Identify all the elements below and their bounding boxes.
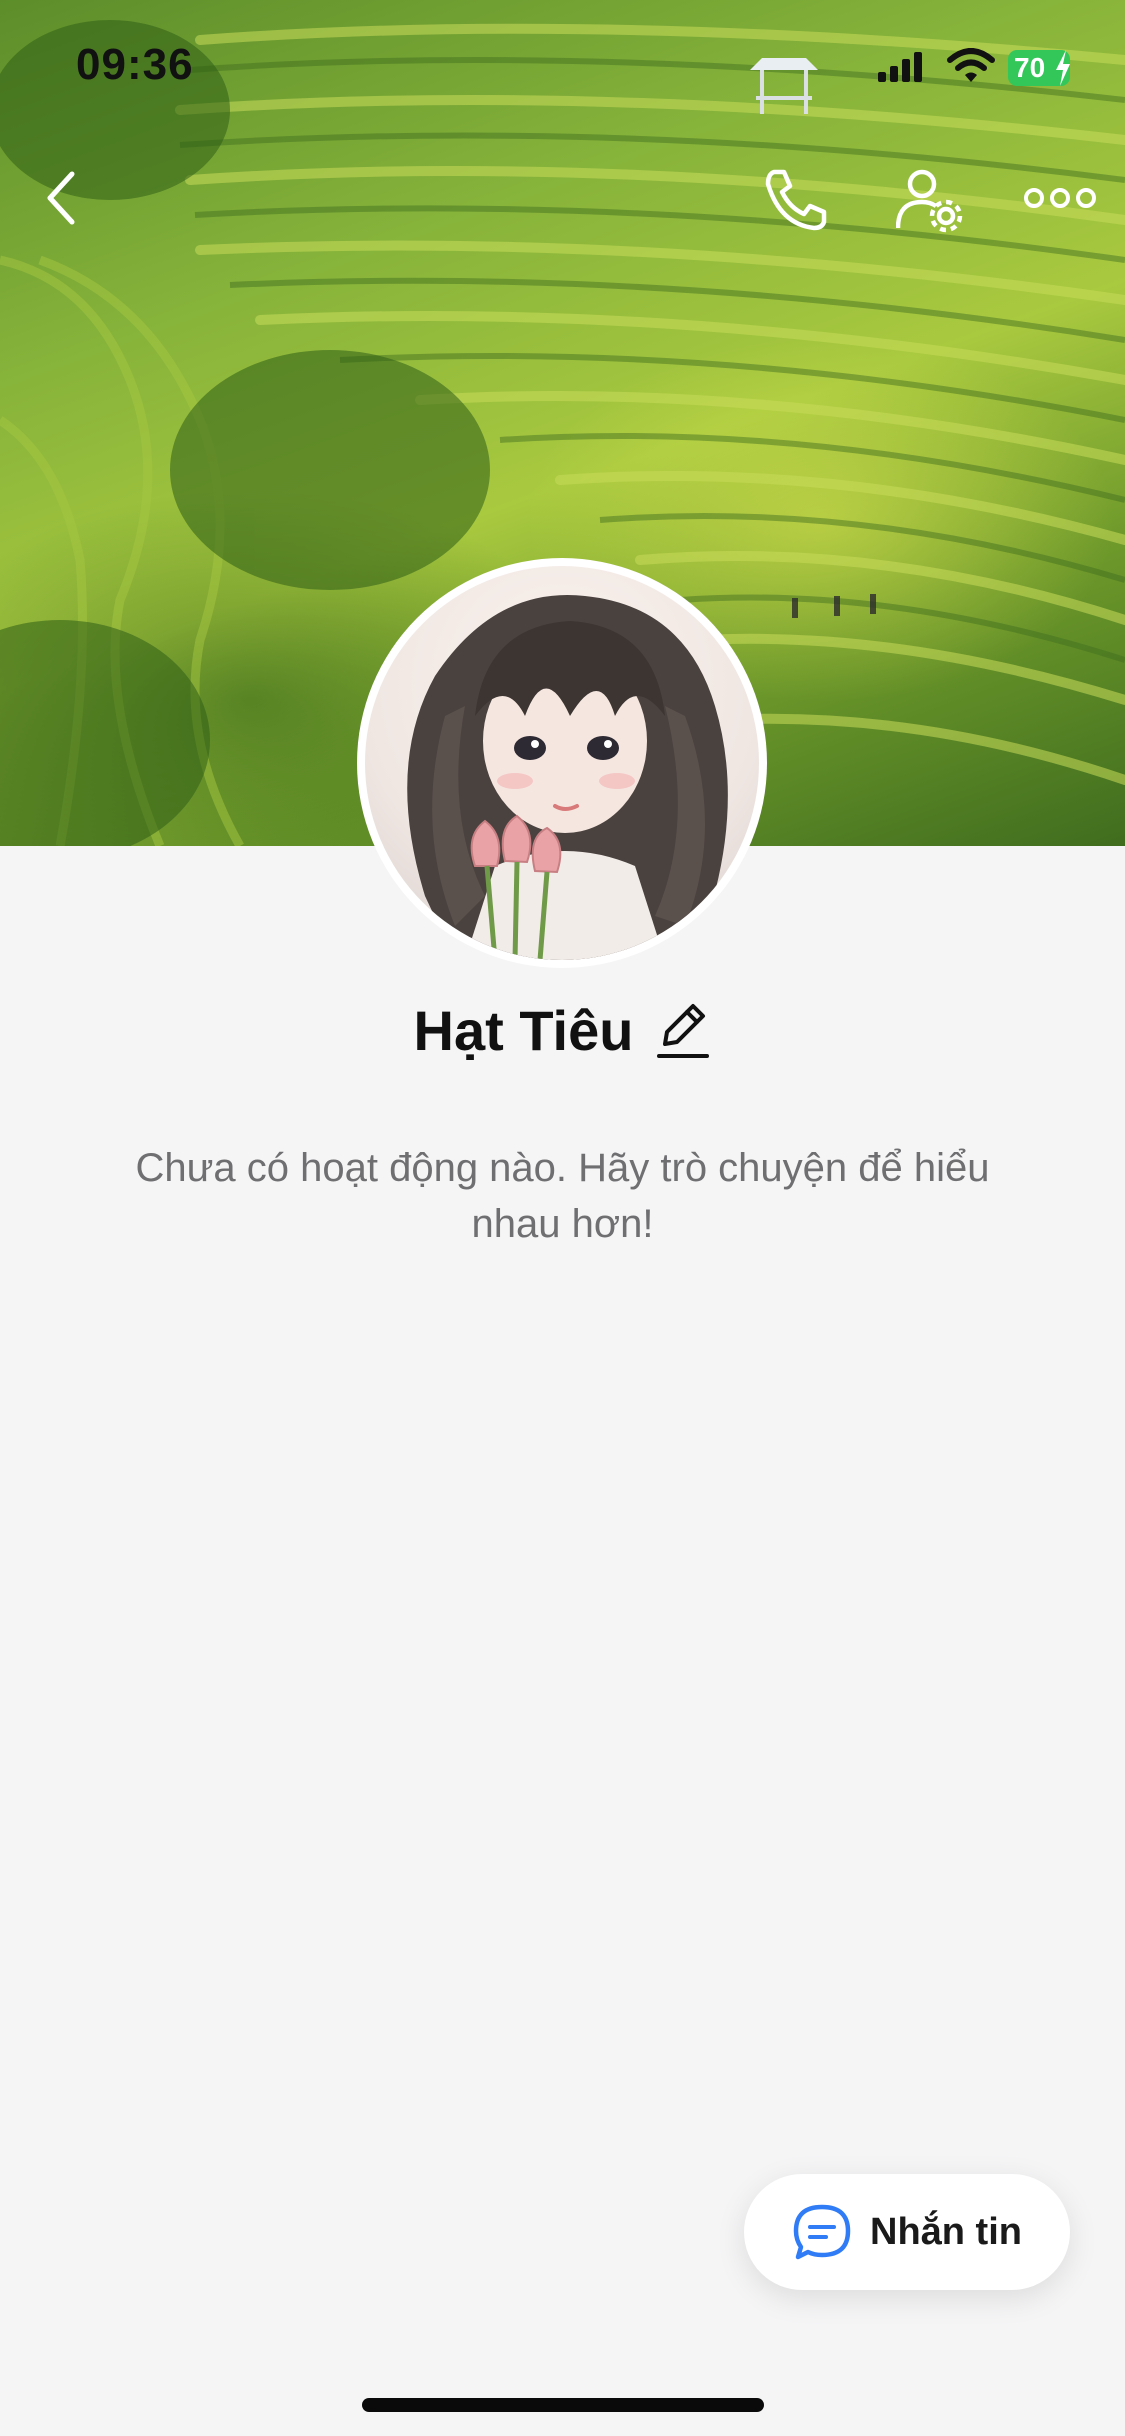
status-bar: 09:36 70	[0, 0, 1125, 140]
avatar-illustration	[365, 566, 759, 960]
pencil-icon	[657, 1004, 710, 1058]
profile-avatar[interactable]	[357, 558, 767, 968]
back-button[interactable]	[36, 168, 88, 228]
home-indicator[interactable]	[362, 2398, 764, 2412]
user-gear-icon	[896, 169, 963, 233]
chevron-left-icon	[47, 171, 75, 225]
edit-name-button[interactable]	[655, 1000, 711, 1060]
call-button[interactable]	[760, 166, 830, 232]
profile-settings-button[interactable]	[896, 166, 964, 234]
send-message-button[interactable]: Nhắn tin	[744, 2174, 1070, 2290]
profile-name-row: Hạt Tiêu	[0, 990, 1125, 1070]
profile-name: Hạt Tiêu	[413, 998, 634, 1062]
wifi-icon	[947, 48, 995, 82]
chat-bubble-icon	[793, 2204, 851, 2260]
send-message-label: Nhắn tin	[870, 2210, 1022, 2253]
empty-activity-message: Chưa có hoạt động nào. Hãy trò chuyện để…	[135, 1146, 990, 1246]
charging-bolt-icon	[1056, 50, 1070, 86]
more-dots-icon	[1024, 188, 1096, 208]
status-time: 09:36	[76, 40, 194, 89]
more-options-button[interactable]	[1024, 186, 1096, 210]
cellular-signal-icon	[878, 52, 922, 82]
phone-icon	[765, 169, 827, 231]
